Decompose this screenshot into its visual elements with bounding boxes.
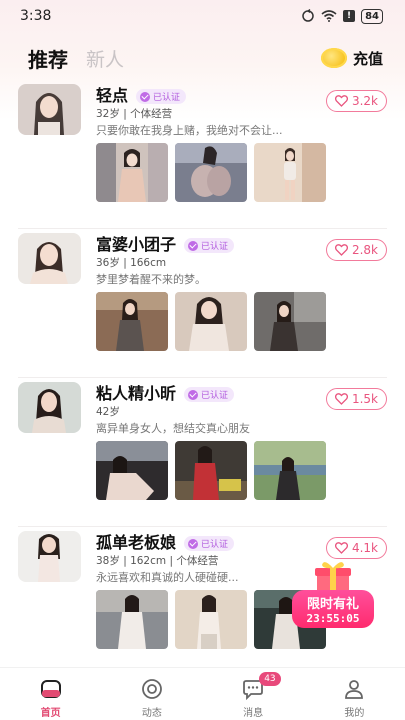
user-bio: 永远喜欢和真诚的人硬碰硬... <box>96 571 239 584</box>
feed-card[interactable]: 轻点 已认证 32岁 | 个体经营 只要你敢在我身上赌，我绝对不会让... 3.2… <box>0 80 405 229</box>
gift-box-icon <box>315 562 351 593</box>
like-button[interactable]: 4.1k <box>325 537 387 559</box>
like-count: 2.8k <box>351 243 378 257</box>
avatar[interactable] <box>18 233 81 284</box>
like-button[interactable]: 2.8k <box>325 239 387 261</box>
promo-countdown: 23:55:05 <box>306 612 360 625</box>
wifi-icon <box>321 10 337 22</box>
user-meta: 36岁 | 166cm <box>96 257 167 269</box>
person-icon <box>345 680 364 699</box>
nav-profile[interactable]: 我的 <box>304 668 405 720</box>
promo-countdown-pill: 限时有礼 23:55:05 <box>292 590 374 628</box>
photo-thumbnail[interactable] <box>96 143 168 202</box>
like-count: 4.1k <box>351 541 378 555</box>
verified-badge: 已认证 <box>184 387 235 402</box>
status-bar: 3:38 ! 84 <box>0 0 405 32</box>
user-name: 富婆小团子 已认证 <box>96 231 235 255</box>
nav-profile-label: 我的 <box>344 708 365 719</box>
battery-icon: 84 <box>361 8 383 24</box>
photo-thumbnail[interactable] <box>175 590 247 649</box>
user-bio: 离异单身女人，想结交真心朋友 <box>96 422 250 435</box>
photo-thumbnail[interactable] <box>254 441 326 500</box>
user-meta: 38岁 | 162cm | 个体经营 <box>96 555 219 567</box>
avatar[interactable] <box>18 531 81 582</box>
user-meta: 42岁 <box>96 406 120 418</box>
photo-strip <box>96 143 326 202</box>
alert-icon: ! <box>343 10 356 22</box>
heart-icon <box>334 244 348 256</box>
verified-badge: 已认证 <box>184 238 235 253</box>
nav-home[interactable]: 首页 <box>0 668 101 720</box>
like-button[interactable]: 3.2k <box>325 90 387 112</box>
user-name: 粘人精小昕 已认证 <box>96 380 235 404</box>
nav-messages[interactable]: 43 消息 <box>203 668 304 720</box>
verified-icon <box>188 538 199 549</box>
user-bio: 梦里梦着醒不来的梦。 <box>96 273 206 286</box>
photo-thumbnail[interactable] <box>175 143 247 202</box>
avatar[interactable] <box>18 84 81 135</box>
photo-thumbnail[interactable] <box>175 441 247 500</box>
feed-card[interactable]: 富婆小团子 已认证 36岁 | 166cm 梦里梦着醒不来的梦。 2.8k <box>0 229 405 378</box>
status-time: 3:38 <box>20 8 52 24</box>
limited-gift-promo[interactable]: 限时有礼 23:55:05 <box>290 560 376 632</box>
feed-card[interactable]: 粘人精小昕 已认证 42岁 离异单身女人，想结交真心朋友 1.5k <box>0 378 405 527</box>
verified-badge: 已认证 <box>184 536 235 551</box>
heart-icon <box>334 542 348 554</box>
photo-strip <box>96 292 326 351</box>
photo-strip <box>96 441 326 500</box>
promo-title: 限时有礼 <box>306 597 359 612</box>
verified-icon <box>188 240 199 251</box>
verified-badge: 已认证 <box>136 89 187 104</box>
recharge-label: 充值 <box>352 49 383 68</box>
photo-thumbnail[interactable] <box>175 292 247 351</box>
top-header: 推荐 新人 充值 <box>0 40 405 76</box>
user-meta: 32岁 | 个体经营 <box>96 108 173 120</box>
tab-recommend[interactable]: 推荐 <box>28 44 68 73</box>
verified-icon <box>140 91 151 102</box>
photo-thumbnail[interactable] <box>254 143 326 202</box>
user-name: 孤单老板娘 已认证 <box>96 529 235 553</box>
status-icons: ! 84 <box>301 8 383 24</box>
tab-newcomers[interactable]: 新人 <box>86 45 124 72</box>
home-icon <box>40 680 61 698</box>
coin-icon <box>320 48 347 68</box>
unread-badge: 43 <box>259 672 281 686</box>
nav-moments[interactable]: 动态 <box>101 668 202 720</box>
like-count: 1.5k <box>351 392 378 406</box>
nav-messages-label: 消息 <box>243 708 264 719</box>
avatar[interactable] <box>18 382 81 433</box>
heart-icon <box>334 95 348 107</box>
like-count: 3.2k <box>351 94 378 108</box>
verified-icon <box>188 389 199 400</box>
user-name: 轻点 已认证 <box>96 82 187 106</box>
photo-thumbnail[interactable] <box>96 292 168 351</box>
photo-thumbnail[interactable] <box>254 292 326 351</box>
sync-icon <box>302 9 314 22</box>
heart-icon <box>334 393 348 405</box>
recharge-button[interactable]: 充值 <box>320 48 383 69</box>
bottom-nav: 首页 动态 43 消息 我的 <box>0 667 405 720</box>
like-button[interactable]: 1.5k <box>325 388 387 410</box>
user-bio: 只要你敢在我身上赌，我绝对不会让... <box>96 124 283 137</box>
nav-moments-label: 动态 <box>141 708 162 719</box>
photo-thumbnail[interactable] <box>96 590 168 649</box>
moments-icon <box>141 679 162 699</box>
photo-thumbnail[interactable] <box>96 441 168 500</box>
nav-home-label: 首页 <box>40 708 61 719</box>
